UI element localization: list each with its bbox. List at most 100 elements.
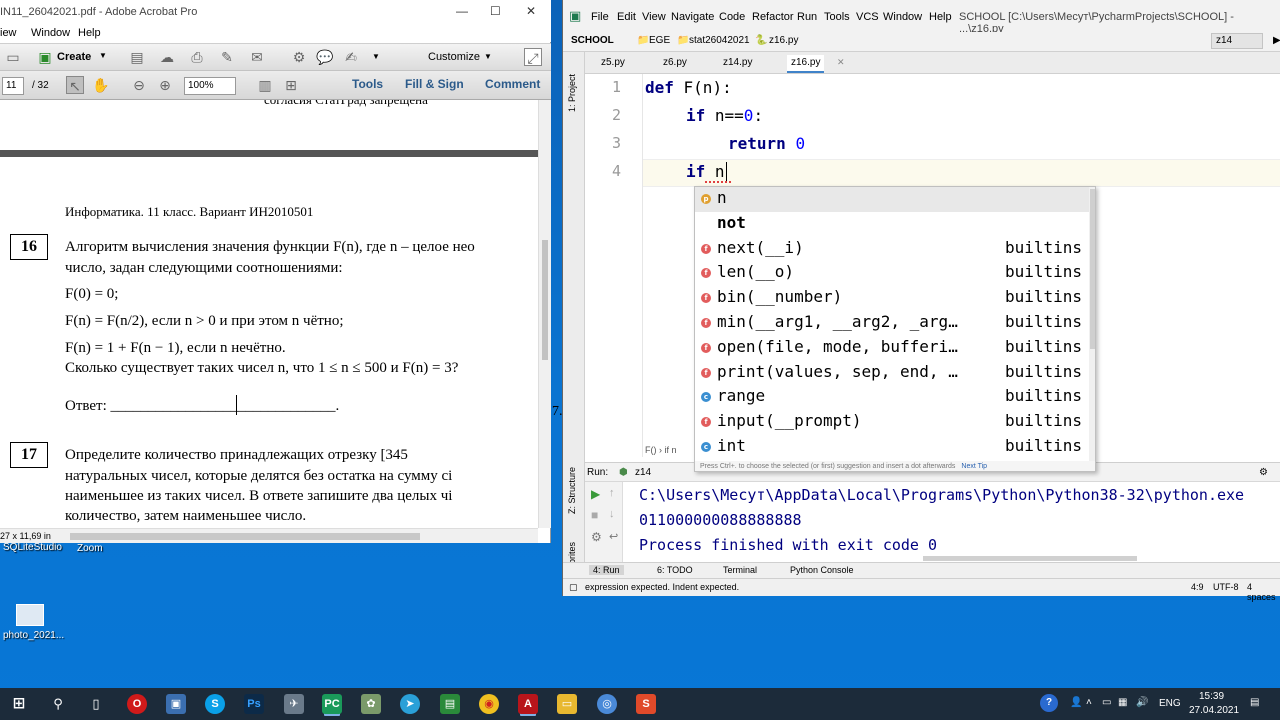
acrobat-icon[interactable]: A	[518, 694, 538, 714]
gear-icon[interactable]: ⚙	[290, 48, 308, 66]
comment-button[interactable]: Comment	[485, 77, 540, 91]
scroll-down-icon[interactable]: ↓	[609, 508, 615, 520]
app-icon[interactable]: ◎	[597, 694, 617, 714]
tab-z14[interactable]: z14.py	[719, 55, 756, 73]
help-icon[interactable]: ?	[1040, 694, 1058, 712]
language-indicator[interactable]: ENG	[1159, 698, 1181, 709]
menu-view[interactable]: View	[642, 11, 666, 23]
tools-button[interactable]: Tools	[352, 77, 383, 91]
menu-code[interactable]: Code	[719, 11, 745, 23]
volume-icon[interactable]: 🔊	[1136, 697, 1148, 708]
zoom-out-icon[interactable]: ⊖	[130, 76, 148, 94]
tab-z5[interactable]: z5.py	[597, 55, 629, 73]
nav-ege[interactable]: EGE	[649, 35, 670, 46]
scroll-thumb[interactable]	[70, 533, 420, 540]
menu-navigate[interactable]: Navigate	[671, 11, 714, 23]
folder-icon[interactable]: ▭	[557, 694, 577, 714]
completion-item[interactable]: pn	[695, 187, 1089, 212]
clock-date[interactable]: 27.04.2021	[1189, 705, 1239, 716]
cloud-icon[interactable]: ☁	[158, 48, 176, 66]
desktop-icon-zoom[interactable]: Zoom	[77, 543, 103, 554]
structure-tool-tab[interactable]: Z: Structure	[567, 467, 577, 514]
menu-view[interactable]: iew	[0, 27, 17, 39]
opera-icon[interactable]: O	[127, 694, 147, 714]
run-icon[interactable]: ▶	[1273, 35, 1280, 46]
task-view-icon[interactable]: ▯	[86, 694, 106, 714]
customize-button[interactable]: Customize	[428, 51, 480, 63]
menu-window[interactable]: Window	[883, 11, 922, 23]
skype-icon[interactable]: S	[205, 694, 225, 714]
notification-icon[interactable]: ▤	[1250, 697, 1259, 708]
nav-stat-folder[interactable]: stat26042021	[689, 35, 750, 46]
completion-item[interactable]: f len(__o) builtins	[695, 261, 1089, 286]
tab-z6[interactable]: z6.py	[659, 55, 691, 73]
photoshop-icon[interactable]: Ps	[244, 694, 264, 714]
menu-file[interactable]: File	[591, 11, 609, 23]
project-tool-tab[interactable]: 1: Project	[567, 74, 577, 112]
nav-project[interactable]: SCHOOL	[571, 35, 614, 46]
chevron-down-icon[interactable]: ▼	[99, 51, 107, 60]
run-config-select[interactable]: z14	[1211, 33, 1263, 49]
create-icon[interactable]: ▣	[36, 48, 54, 66]
completion-item[interactable]: f input(__prompt) builtins	[695, 410, 1089, 435]
battery-icon[interactable]: ▭	[1102, 697, 1111, 708]
pycharm-icon[interactable]: PC	[322, 694, 342, 714]
edit-icon[interactable]: ✎	[218, 48, 236, 66]
save-icon[interactable]: ▤	[128, 48, 146, 66]
console-scrollbar[interactable]	[923, 556, 1137, 561]
completion-item[interactable]: not	[695, 212, 1089, 237]
menu-window[interactable]: Window	[31, 27, 70, 39]
menu-refactor[interactable]: Refactor	[752, 11, 794, 23]
sign-icon[interactable]: ✍	[342, 48, 360, 66]
chevron-up-icon[interactable]: ˄	[1086, 697, 1092, 708]
zoom-level-select[interactable]: 100%	[184, 77, 236, 95]
completion-item[interactable]: f bin(__number) builtins	[695, 286, 1089, 311]
app-icon[interactable]: ▣	[166, 694, 186, 714]
menu-tools[interactable]: Tools	[824, 11, 850, 23]
comment-icon[interactable]: 💬	[316, 48, 334, 66]
app-icon[interactable]: ✈	[284, 694, 304, 714]
wrap-icon[interactable]: ↩	[609, 530, 618, 543]
close-tab-icon[interactable]: ✕	[837, 57, 845, 68]
fill-sign-button[interactable]: Fill & Sign	[405, 77, 464, 91]
breadcrumb-text[interactable]: F() › if n	[645, 445, 677, 455]
cursor-position[interactable]: 4:9	[1191, 582, 1204, 592]
run-console[interactable]: C:\Users\Месут\AppData\Local\Programs\Py…	[623, 482, 1280, 562]
desktop-icon-photo[interactable]: photo_2021...	[3, 630, 64, 641]
zoom-in-icon[interactable]: ⊕	[156, 76, 174, 94]
pdf-page[interactable]: согласия СтатГрад запрещена Информатика.…	[0, 100, 538, 528]
nav-file[interactable]: z16.py	[769, 35, 798, 46]
desktop-icon-sqlitestudio[interactable]: SQLiteStudio	[3, 542, 62, 553]
fit-width-icon[interactable]: ⊞	[282, 76, 300, 94]
app-icon[interactable]: ✿	[361, 694, 381, 714]
tool-tab-todo[interactable]: 6: TODO	[657, 565, 693, 575]
completion-item[interactable]: c range builtins	[695, 385, 1089, 410]
menu-vcs[interactable]: VCS	[856, 11, 879, 23]
select-cursor-icon[interactable]: ↖	[66, 76, 84, 94]
run-tab[interactable]: z14	[635, 467, 651, 478]
pdf-horizontal-scrollbar[interactable]: 27 x 11,69 in	[0, 528, 538, 543]
file-encoding[interactable]: UTF-8	[1213, 582, 1239, 592]
completion-popup[interactable]: p n not f next(__i) builtins f len(__o) builtins…	[694, 186, 1096, 472]
gear-icon[interactable]: ⚙	[1259, 467, 1268, 478]
stop-icon[interactable]: ■	[591, 508, 598, 522]
fit-page-icon[interactable]: ▥	[256, 76, 274, 94]
search-icon[interactable]: ⚲	[48, 694, 68, 714]
scroll-thumb[interactable]	[542, 240, 548, 360]
chrome-icon[interactable]: ◉	[479, 694, 499, 714]
status-icon[interactable]: ▢	[569, 582, 578, 593]
photo-file-icon[interactable]	[16, 604, 44, 626]
app-icon[interactable]: S	[636, 694, 656, 714]
telegram-icon[interactable]: ➤	[400, 694, 420, 714]
completion-item[interactable]: c int builtins	[695, 435, 1089, 460]
people-icon[interactable]: 👤	[1070, 697, 1082, 708]
maximize-icon[interactable]: ☐	[490, 4, 501, 18]
menu-run[interactable]: Run	[797, 11, 817, 23]
menu-help[interactable]: Help	[929, 11, 952, 23]
tool-tab-run[interactable]: 4: Run	[589, 565, 624, 575]
open-icon[interactable]: ▭	[4, 48, 22, 66]
completion-item[interactable]: f next(__i) builtins	[695, 237, 1089, 262]
mail-icon[interactable]: ✉	[248, 48, 266, 66]
close-icon[interactable]: ✕	[526, 4, 536, 18]
scroll-up-icon[interactable]: ↑	[609, 487, 615, 499]
